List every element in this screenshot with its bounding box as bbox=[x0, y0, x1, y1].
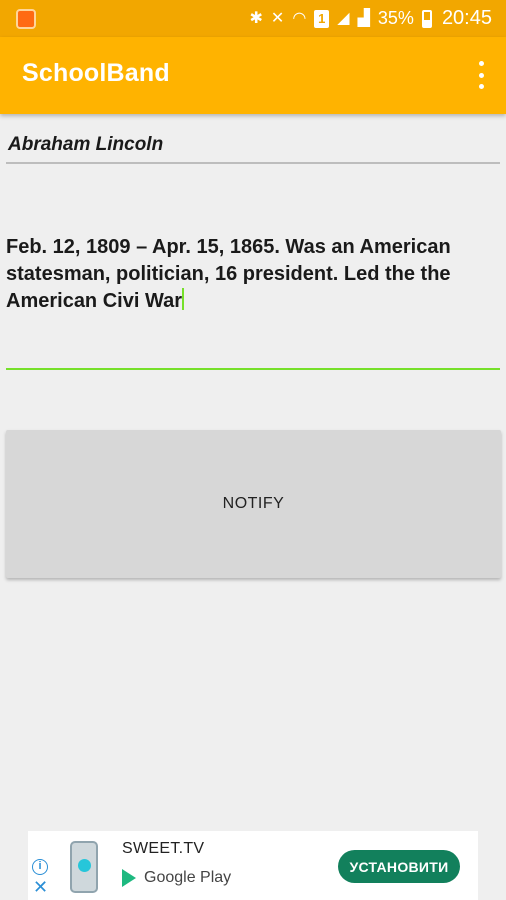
ad-store-label: Google Play bbox=[144, 869, 232, 886]
name-field[interactable]: Abraham Lincoln bbox=[6, 132, 500, 164]
bluetooth-icon: ✱ bbox=[249, 9, 263, 27]
status-icons: ✱ ✕ ◠ 1 ◢ ▟ 35% 20:45 bbox=[250, 0, 493, 37]
no-signal-icon: ◢ bbox=[337, 9, 350, 27]
ad-info-icon[interactable]: i bbox=[32, 859, 48, 875]
notify-button[interactable]: NOTIFY bbox=[6, 430, 501, 578]
sim-badge: 1 bbox=[314, 9, 330, 28]
bio-field-value: Feb. 12, 1809 – Apr. 15, 1865. Was an Am… bbox=[6, 236, 451, 312]
text-cursor bbox=[182, 288, 184, 310]
battery-icon bbox=[421, 9, 432, 28]
ad-title: SWEET.TV bbox=[122, 840, 205, 857]
overflow-menu-icon[interactable] bbox=[474, 61, 488, 89]
battery-percent: 35% bbox=[377, 8, 414, 28]
clock: 20:45 bbox=[441, 7, 492, 29]
status-bar: ✱ ✕ ◠ 1 ◢ ▟ 35% 20:45 bbox=[0, 0, 506, 37]
notification-app-icon bbox=[16, 9, 36, 29]
ad-banner[interactable]: i ✕ SWEET.TV Google Play УСТАНОВИТИ bbox=[28, 831, 478, 900]
bio-field[interactable]: Feb. 12, 1809 – Apr. 15, 1865. Was an Am… bbox=[6, 230, 500, 370]
mute-icon: ✕ bbox=[270, 9, 285, 27]
ad-close-icon[interactable]: ✕ bbox=[33, 878, 48, 896]
app-bar: SchoolBand bbox=[0, 37, 506, 114]
name-field-value: Abraham Lincoln bbox=[8, 134, 164, 155]
install-button[interactable]: УСТАНОВИТИ bbox=[338, 850, 460, 883]
wifi-icon: ◠ bbox=[292, 9, 307, 27]
signal-icon: ▟ bbox=[357, 9, 370, 27]
google-play-icon bbox=[122, 869, 136, 887]
app-title: SchoolBand bbox=[22, 59, 170, 87]
ad-app-icon bbox=[70, 841, 98, 893]
